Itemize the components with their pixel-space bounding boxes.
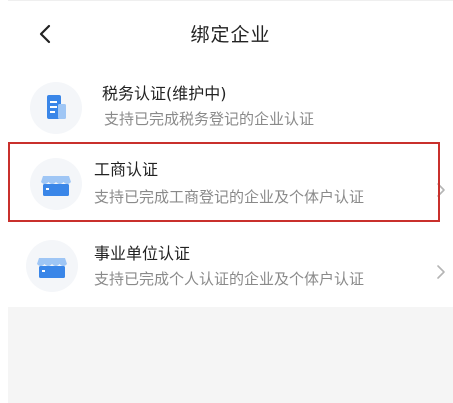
- item-title: 税务认证(维护中): [102, 84, 227, 103]
- chevron-right-icon: [436, 264, 446, 280]
- storefront-icon: [26, 240, 78, 292]
- nav-header: 绑定企业: [8, 0, 453, 66]
- list-item-tax-certification[interactable]: 税务认证(维护中) 支持已完成税务登记的企业认证: [8, 72, 453, 146]
- page-title: 绑定企业: [190, 24, 271, 46]
- tax-document-icon: [30, 82, 82, 134]
- item-subtitle: 支持已完成个人认证的企业及个体户认证: [94, 270, 365, 288]
- selection-highlight-box: [8, 142, 440, 222]
- list-item-institution-certification[interactable]: 事业单位认证 支持已完成个人认证的企业及个体户认证: [8, 230, 453, 304]
- item-subtitle: 支持已完成税务登记的企业认证: [104, 110, 315, 128]
- item-title: 事业单位认证: [94, 244, 191, 263]
- empty-background-area: [8, 307, 453, 403]
